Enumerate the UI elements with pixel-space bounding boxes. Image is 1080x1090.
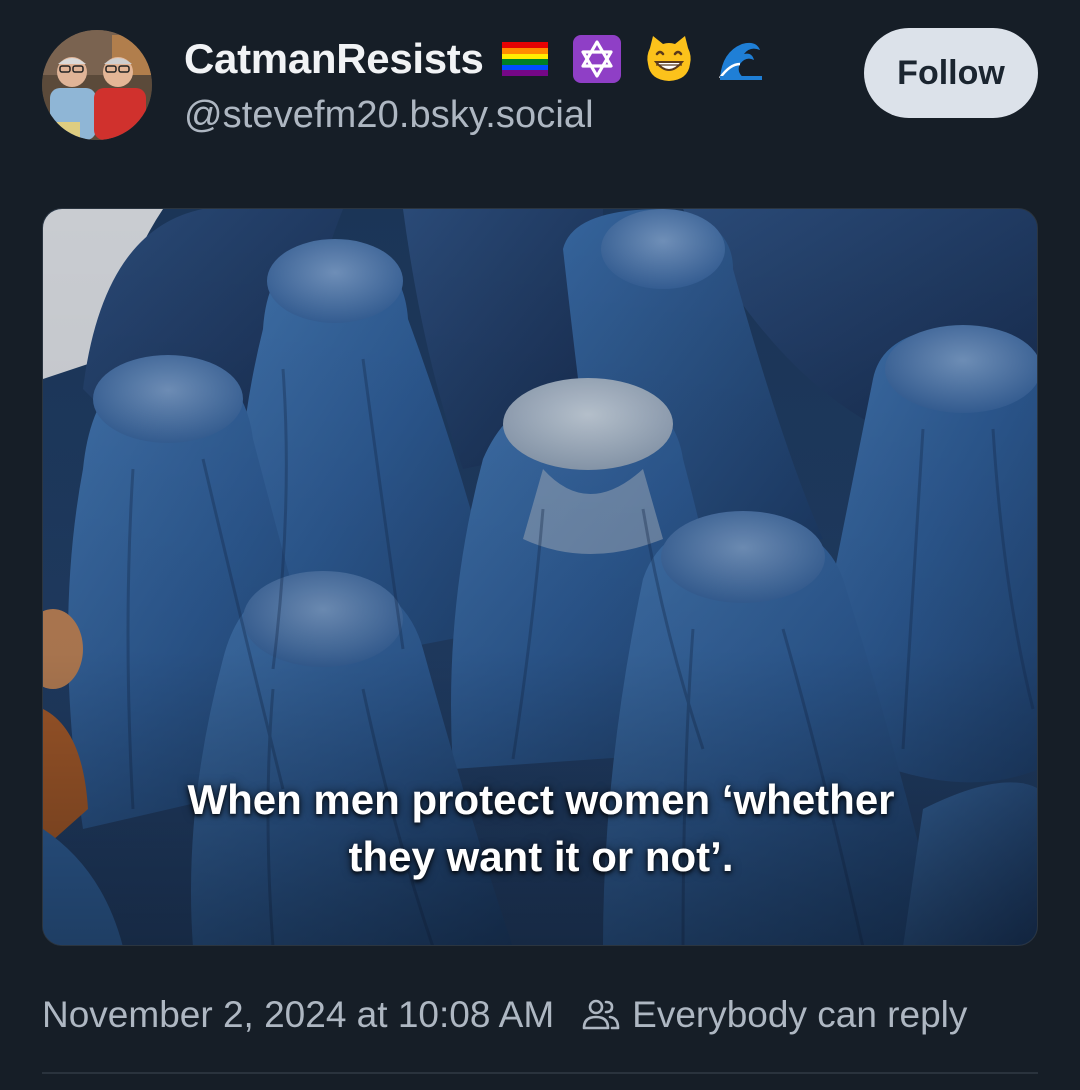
star-of-david-icon — [572, 34, 622, 84]
author-name-row[interactable]: CatmanResists — [184, 30, 766, 88]
image-caption: When men protect women ‘whether they wan… — [43, 771, 1037, 885]
people-icon — [580, 994, 622, 1036]
image-caption-line-2: they want it or not’. — [348, 833, 734, 880]
author-avatar[interactable] — [42, 30, 152, 140]
rainbow-flag-icon — [500, 34, 550, 84]
divider — [42, 1072, 1038, 1074]
author-handle[interactable]: @stevefm20.bsky.social — [184, 94, 594, 137]
grinning-cat-icon — [644, 34, 694, 84]
post-meta: November 2, 2024 at 10:08 AM Everybody c… — [42, 990, 967, 1040]
post-timestamp: November 2, 2024 at 10:08 AM — [42, 994, 555, 1035]
follow-button[interactable]: Follow — [864, 28, 1038, 118]
reply-setting[interactable]: Everybody can reply — [632, 994, 967, 1036]
post-image[interactable]: When men protect women ‘whether they wan… — [42, 208, 1038, 946]
water-wave-icon — [716, 34, 766, 84]
image-caption-line-1: When men protect women ‘whether — [187, 776, 895, 823]
author-display-name[interactable]: CatmanResists — [184, 35, 484, 83]
